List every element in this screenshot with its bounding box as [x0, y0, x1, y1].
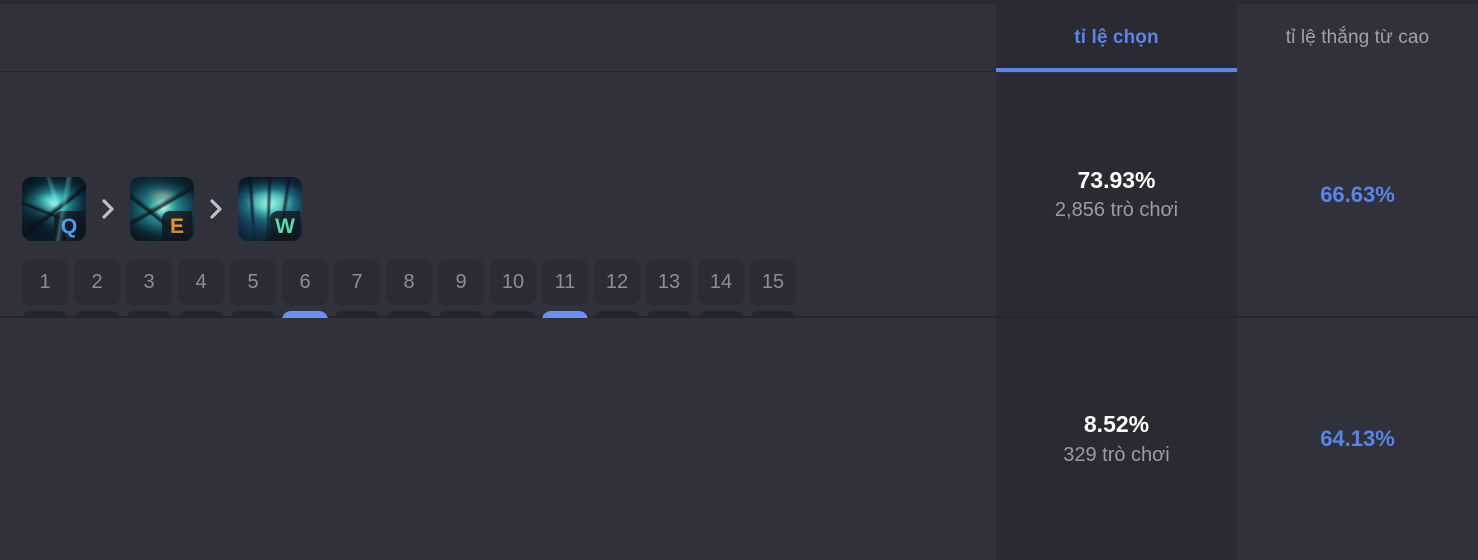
skill-level-cell: 2 — [74, 259, 120, 305]
tab-pick-rate-label: tỉ lệ chọn — [1074, 27, 1159, 48]
pick-rate-cell: 8.52% 329 trò chơi — [996, 318, 1237, 560]
skill-order-table: tỉ lệ chọn tỉ lệ thắng từ cao Q E W 1 2 … — [0, 0, 1478, 560]
table-row[interactable]: Q E W — [0, 73, 1478, 357]
ability-key-badge: Q — [54, 211, 84, 241]
win-rate-cell: 66.63% — [1237, 73, 1478, 316]
build-column: Q E W — [0, 318, 996, 560]
skill-level-cell: 12 — [594, 259, 640, 305]
tab-win-rate-label: tỉ lệ thắng từ cao — [1285, 27, 1430, 48]
build-column: Q E W — [0, 73, 996, 357]
table-row[interactable]: Q E W — [0, 318, 1478, 560]
ability-priority-strip: Q E W — [22, 177, 302, 241]
tab-win-rate[interactable]: tỉ lệ thắng từ cao — [1237, 4, 1478, 72]
skill-level-cell: 14 — [698, 259, 744, 305]
skill-level-cell: 6 — [282, 259, 328, 305]
skill-level-cell: 8 — [386, 259, 432, 305]
games-count: 329 trò chơi — [1063, 443, 1170, 466]
skill-level-row: 1 2 3 4 5 6 7 8 9 10 11 12 13 14 15 — [22, 259, 796, 305]
tab-active-underline — [996, 68, 1237, 72]
skill-level-cell: 9 — [438, 259, 484, 305]
pick-rate-value: 8.52% — [1083, 411, 1150, 438]
skill-level-cell: 11 — [542, 259, 588, 305]
ability-icon-w[interactable]: W — [238, 177, 302, 241]
skill-level-cell: 3 — [126, 259, 172, 305]
chevron-right-icon — [86, 177, 130, 241]
win-rate-value: 66.63% — [1320, 181, 1395, 207]
table-header: tỉ lệ chọn tỉ lệ thắng từ cao — [0, 4, 1478, 72]
ability-icon-e[interactable]: E — [130, 177, 194, 241]
skill-level-cell: 4 — [178, 259, 224, 305]
win-rate-value: 64.13% — [1320, 426, 1395, 451]
skill-level-cell: 7 — [334, 259, 380, 305]
games-count: 2,856 trò chơi — [1054, 199, 1179, 222]
ability-icon-q[interactable]: Q — [22, 177, 86, 241]
skill-level-cell: 15 — [750, 259, 796, 305]
skill-level-cell: 1 — [22, 259, 68, 305]
ability-key-badge: W — [270, 211, 300, 241]
tab-pick-rate[interactable]: tỉ lệ chọn — [996, 4, 1237, 72]
skill-level-cell: 10 — [490, 259, 536, 305]
pick-rate-value: 73.93% — [1077, 166, 1156, 193]
pick-rate-cell: 73.93% 2,856 trò chơi — [996, 73, 1237, 316]
skill-level-cell: 13 — [646, 259, 692, 305]
skill-level-cell: 5 — [230, 259, 276, 305]
ability-key-badge: E — [162, 211, 192, 241]
win-rate-cell: 64.13% — [1237, 318, 1478, 560]
chevron-right-icon — [194, 177, 238, 241]
